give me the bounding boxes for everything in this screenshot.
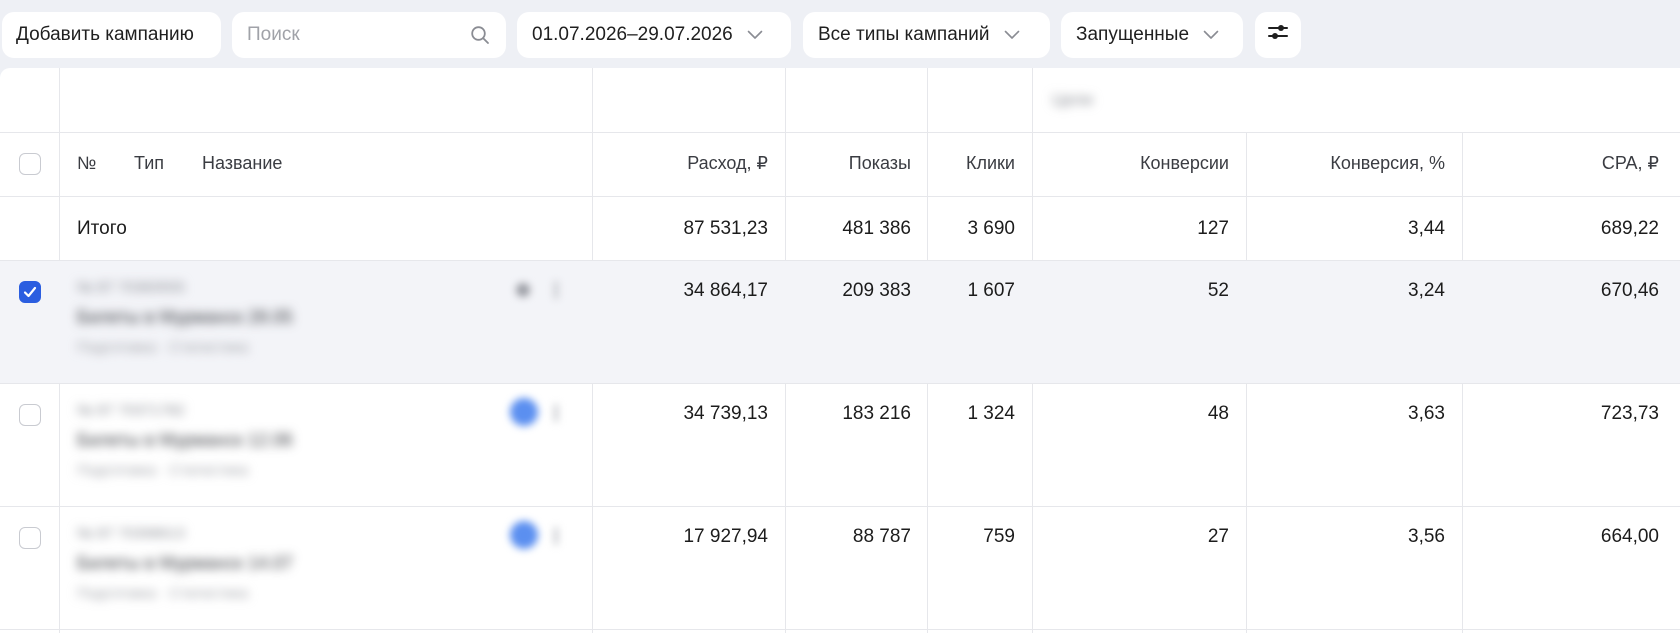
campaign-type-icon bbox=[516, 283, 530, 297]
conversions-value: 27 bbox=[1207, 526, 1229, 547]
spend-value: 34 739,13 bbox=[683, 403, 768, 424]
more-menu-icon[interactable] bbox=[554, 527, 558, 545]
totals-conversion-rate: 3,44 bbox=[1408, 218, 1445, 239]
totals-cpa: 689,22 bbox=[1600, 218, 1659, 239]
toolbar: Добавить кампанию 01.07.2026–29.07.2026 … bbox=[0, 0, 1680, 68]
cpa-value: 670,46 bbox=[1600, 280, 1659, 301]
clicks-value: 1 324 bbox=[967, 403, 1015, 424]
campaign-name[interactable]: Билеты в Мурманск 12.06 bbox=[77, 430, 293, 451]
row-checkbox[interactable] bbox=[19, 527, 41, 549]
campaign-id: № 87 70383555 bbox=[77, 279, 185, 296]
campaign-name[interactable]: Билеты в Мурманск 28.05 bbox=[77, 307, 293, 328]
col-impressions[interactable]: Показы bbox=[849, 153, 911, 174]
search-field[interactable] bbox=[232, 12, 506, 58]
conversion-rate-value: 3,56 bbox=[1408, 526, 1445, 547]
campaign-name[interactable]: Билеты в Мурманск 14.07 bbox=[77, 553, 293, 574]
search-input[interactable] bbox=[247, 24, 457, 46]
campaign-id: № 87 70371782 bbox=[77, 402, 185, 419]
campaign-meta: Подготовка · Статистика bbox=[77, 585, 249, 602]
totals-spend: 87 531,23 bbox=[683, 218, 768, 239]
add-campaign-label: Добавить кампанию bbox=[16, 24, 194, 45]
chevron-down-icon bbox=[1004, 30, 1020, 40]
totals-impressions: 481 386 bbox=[842, 218, 911, 239]
status-filter-value: Запущенные bbox=[1076, 24, 1190, 45]
search-icon[interactable] bbox=[470, 25, 490, 51]
conversion-rate-value: 3,63 bbox=[1408, 403, 1445, 424]
add-campaign-button[interactable]: Добавить кампанию bbox=[2, 12, 221, 58]
table-row[interactable]: № 87 70383555 Билеты в Мурманск 28.05 По… bbox=[0, 261, 1680, 383]
conversions-value: 52 bbox=[1207, 280, 1229, 301]
col-number[interactable]: № bbox=[77, 153, 96, 174]
col-type[interactable]: Тип bbox=[134, 153, 164, 174]
impressions-value: 88 787 bbox=[852, 526, 911, 547]
clicks-value: 1 607 bbox=[967, 280, 1015, 301]
column-header-row: № Тип Название Расход, ₽ Показы Клики Ко… bbox=[0, 133, 1680, 196]
group-header-row: Цели bbox=[0, 68, 1680, 132]
campaign-id: № 87 70398613 bbox=[77, 525, 185, 542]
col-spend[interactable]: Расход, ₽ bbox=[687, 153, 768, 174]
conversion-rate-value: 3,24 bbox=[1408, 280, 1445, 301]
select-all-checkbox[interactable] bbox=[19, 153, 41, 175]
totals-clicks: 3 690 bbox=[967, 218, 1015, 239]
totals-conversions: 127 bbox=[1197, 218, 1229, 239]
status-filter-select[interactable]: Запущенные bbox=[1061, 12, 1243, 58]
row-checkbox[interactable] bbox=[19, 281, 41, 303]
campaign-types-select[interactable]: Все типы кампаний bbox=[803, 12, 1050, 58]
campaign-types-value: Все типы кампаний bbox=[818, 24, 990, 45]
impressions-value: 209 383 bbox=[842, 280, 911, 301]
cpa-value: 723,73 bbox=[1600, 403, 1659, 424]
chevron-down-icon bbox=[747, 30, 763, 40]
col-name[interactable]: Название bbox=[202, 153, 282, 174]
campaign-type-icon bbox=[510, 398, 538, 426]
campaign-meta: Подготовка · Статистика bbox=[77, 339, 249, 356]
chevron-down-icon bbox=[1203, 30, 1219, 40]
more-menu-icon[interactable] bbox=[554, 281, 558, 299]
col-clicks[interactable]: Клики bbox=[966, 153, 1015, 174]
filter-settings-button[interactable] bbox=[1255, 12, 1301, 58]
col-cpa[interactable]: CPA, ₽ bbox=[1602, 153, 1659, 174]
conversions-value: 48 bbox=[1207, 403, 1229, 424]
campaigns-table: Цели № Тип Название Расход, ₽ Показы Кли… bbox=[0, 68, 1680, 633]
col-conversions[interactable]: Конверсии bbox=[1140, 153, 1229, 174]
row-divider bbox=[0, 629, 1680, 630]
col-conversion-rate[interactable]: Конверсия, % bbox=[1330, 153, 1445, 174]
table-row[interactable]: № 87 70371782 Билеты в Мурманск 12.06 По… bbox=[0, 384, 1680, 506]
spend-value: 17 927,94 bbox=[683, 526, 768, 547]
row-checkbox[interactable] bbox=[19, 404, 41, 426]
spend-value: 34 864,17 bbox=[683, 280, 768, 301]
group-header-label: Цели bbox=[1052, 90, 1093, 109]
filter-settings-icon bbox=[1267, 22, 1289, 48]
totals-row: Итого 87 531,23 481 386 3 690 127 3,44 6… bbox=[0, 197, 1680, 260]
table-row[interactable]: № 87 70398613 Билеты в Мурманск 14.07 По… bbox=[0, 507, 1680, 629]
date-range-value: 01.07.2026–29.07.2026 bbox=[532, 24, 733, 45]
cpa-value: 664,00 bbox=[1600, 526, 1659, 547]
clicks-value: 759 bbox=[983, 526, 1015, 547]
impressions-value: 183 216 bbox=[842, 403, 911, 424]
more-menu-icon[interactable] bbox=[554, 404, 558, 422]
date-range-select[interactable]: 01.07.2026–29.07.2026 bbox=[517, 12, 791, 58]
campaign-type-icon bbox=[510, 521, 538, 549]
checkmark-icon bbox=[23, 286, 37, 298]
campaign-meta: Подготовка · Статистика bbox=[77, 462, 249, 479]
totals-label: Итого bbox=[77, 218, 127, 239]
